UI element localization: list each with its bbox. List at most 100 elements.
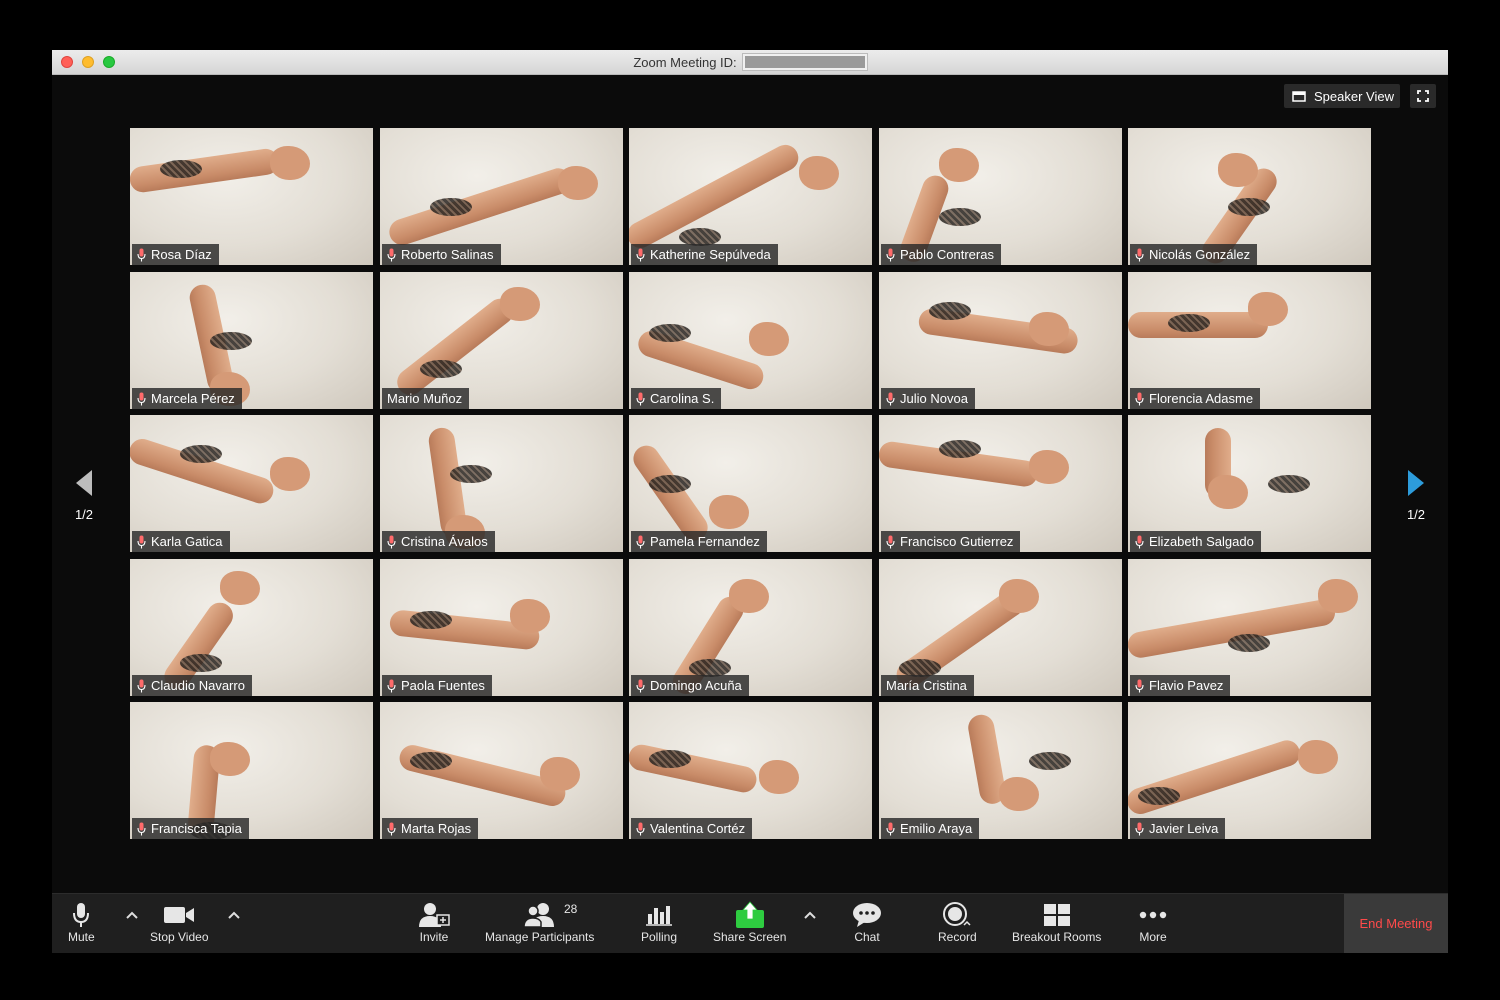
participant-video-tile[interactable]: Claudio Navarro	[130, 559, 373, 696]
participant-name-tag: Flavio Pavez	[1130, 675, 1231, 696]
video-hand-shape	[500, 287, 540, 321]
participant-video-tile[interactable]: Julio Novoa	[879, 272, 1122, 409]
participant-name-tag: María Cristina	[881, 675, 974, 696]
participant-name: Francisca Tapia	[151, 821, 242, 836]
participant-video-tile[interactable]: Domingo Acuña	[629, 559, 872, 696]
participant-video-tile[interactable]: Carolina S.	[629, 272, 872, 409]
participant-video-tile[interactable]: Katherine Sepúlveda	[629, 128, 872, 265]
participant-video-tile[interactable]: Florencia Adasme	[1128, 272, 1371, 409]
invite-button[interactable]: Invite	[418, 900, 450, 944]
microphone-icon	[1135, 392, 1144, 405]
previous-page-button[interactable]: 1/2	[64, 468, 104, 522]
chat-label: Chat	[854, 930, 880, 944]
next-page-button[interactable]: 1/2	[1396, 468, 1436, 522]
video-arm-shape	[629, 742, 759, 795]
chat-button[interactable]: Chat	[852, 900, 882, 944]
microphone-icon	[387, 248, 396, 261]
participant-name-tag: Pablo Contreras	[881, 244, 1001, 265]
microphone-icon	[137, 679, 146, 692]
video-tattoo-shape	[1168, 314, 1210, 332]
share-screen-button[interactable]: Share Screen	[713, 900, 786, 944]
participant-name-tag: Domingo Acuña	[631, 675, 749, 696]
microphone-icon	[636, 248, 645, 261]
participant-video-tile[interactable]: María Cristina	[879, 559, 1122, 696]
participant-name: Roberto Salinas	[401, 247, 494, 262]
participant-name-tag: Javier Leiva	[1130, 818, 1226, 839]
participant-name: Mario Muñoz	[387, 391, 463, 406]
video-tattoo-shape	[410, 752, 452, 770]
participant-name: Flavio Pavez	[1149, 678, 1224, 693]
participant-video-tile[interactable]: Paola Fuentes	[380, 559, 623, 696]
record-button[interactable]: Record	[938, 900, 977, 944]
title-bar: Zoom Meeting ID:	[52, 50, 1448, 75]
video-tattoo-shape	[410, 611, 452, 629]
video-arm-shape	[1128, 737, 1304, 818]
participant-name-tag: Roberto Salinas	[382, 244, 501, 265]
audio-options-caret[interactable]	[126, 908, 138, 922]
microphone-icon	[137, 535, 146, 548]
participant-video-tile[interactable]: Flavio Pavez	[1128, 559, 1371, 696]
participant-name-tag: Francisca Tapia	[132, 818, 249, 839]
participant-video-tile[interactable]: Francisco Gutierrez	[879, 415, 1122, 552]
participant-name: Julio Novoa	[900, 391, 968, 406]
participant-name: Rosa Díaz	[151, 247, 212, 262]
manage-participants-button[interactable]: Manage Participants	[485, 900, 594, 944]
participant-name: Katherine Sepúlveda	[650, 247, 771, 262]
end-meeting-button[interactable]: End Meeting	[1344, 894, 1448, 953]
breakout-rooms-button[interactable]: Breakout Rooms	[1012, 900, 1101, 944]
fullscreen-icon	[1417, 90, 1429, 102]
participant-name-tag: Claudio Navarro	[132, 675, 252, 696]
participant-video-tile[interactable]: Pablo Contreras	[879, 128, 1122, 265]
more-button[interactable]: More	[1138, 900, 1168, 944]
participant-name: Pamela Fernandez	[650, 534, 760, 549]
participant-video-tile[interactable]: Pamela Fernandez	[629, 415, 872, 552]
participant-video-tile[interactable]: Karla Gatica	[130, 415, 373, 552]
participant-video-tile[interactable]: Javier Leiva	[1128, 702, 1371, 839]
microphone-icon	[1135, 248, 1144, 261]
microphone-icon	[886, 535, 895, 548]
manage-participants-label: Manage Participants	[485, 930, 595, 944]
video-options-caret[interactable]	[228, 908, 240, 922]
participant-name-tag: Nicolás González	[1130, 244, 1258, 265]
participant-name-tag: Florencia Adasme	[1130, 388, 1261, 409]
video-hand-shape	[1318, 579, 1358, 613]
video-tattoo-shape	[420, 360, 462, 378]
page-indicator-left: 1/2	[74, 507, 94, 522]
participant-name-tag: Paola Fuentes	[382, 675, 492, 696]
participant-video-tile[interactable]: Francisca Tapia	[130, 702, 373, 839]
participant-name-tag: Rosa Díaz	[132, 244, 219, 265]
participant-video-tile[interactable]: Cristina Ávalos	[380, 415, 623, 552]
participant-video-tile[interactable]: Marcela Pérez	[130, 272, 373, 409]
video-hand-shape	[729, 579, 769, 613]
participant-video-tile[interactable]: Roberto Salinas	[380, 128, 623, 265]
video-arm-shape	[130, 147, 281, 194]
participant-name-tag: Valentina Cortéz	[631, 818, 753, 839]
video-hand-shape	[1029, 450, 1069, 484]
video-hand-shape	[510, 599, 550, 633]
participant-name: María Cristina	[886, 678, 967, 693]
invite-label: Invite	[419, 930, 449, 944]
video-tattoo-shape	[1029, 752, 1071, 770]
participant-video-tile[interactable]: Elizabeth Salgado	[1128, 415, 1371, 552]
chevron-up-icon	[804, 911, 816, 919]
video-tattoo-shape	[1228, 198, 1270, 216]
record-label: Record	[938, 930, 977, 944]
participant-name: Claudio Navarro	[151, 678, 245, 693]
participant-name: Marta Rojas	[401, 821, 472, 836]
polling-button[interactable]: Polling	[641, 900, 677, 944]
mute-button[interactable]: Mute	[68, 900, 95, 944]
fullscreen-button[interactable]	[1410, 84, 1436, 108]
participant-video-tile[interactable]: Emilio Araya	[879, 702, 1122, 839]
share-options-caret[interactable]	[804, 908, 816, 922]
video-tattoo-shape	[939, 440, 981, 458]
video-arm-shape	[385, 164, 575, 249]
speaker-view-button[interactable]: Speaker View	[1284, 84, 1400, 108]
microphone-icon	[137, 822, 146, 835]
stop-video-button[interactable]: Stop Video	[150, 900, 209, 944]
participant-video-tile[interactable]: Mario Muñoz	[380, 272, 623, 409]
participant-video-tile[interactable]: Valentina Cortéz	[629, 702, 872, 839]
participant-video-tile[interactable]: Nicolás González	[1128, 128, 1371, 265]
participant-video-tile[interactable]: Marta Rojas	[380, 702, 623, 839]
participant-video-tile[interactable]: Rosa Díaz	[130, 128, 373, 265]
microphone-icon	[886, 392, 895, 405]
